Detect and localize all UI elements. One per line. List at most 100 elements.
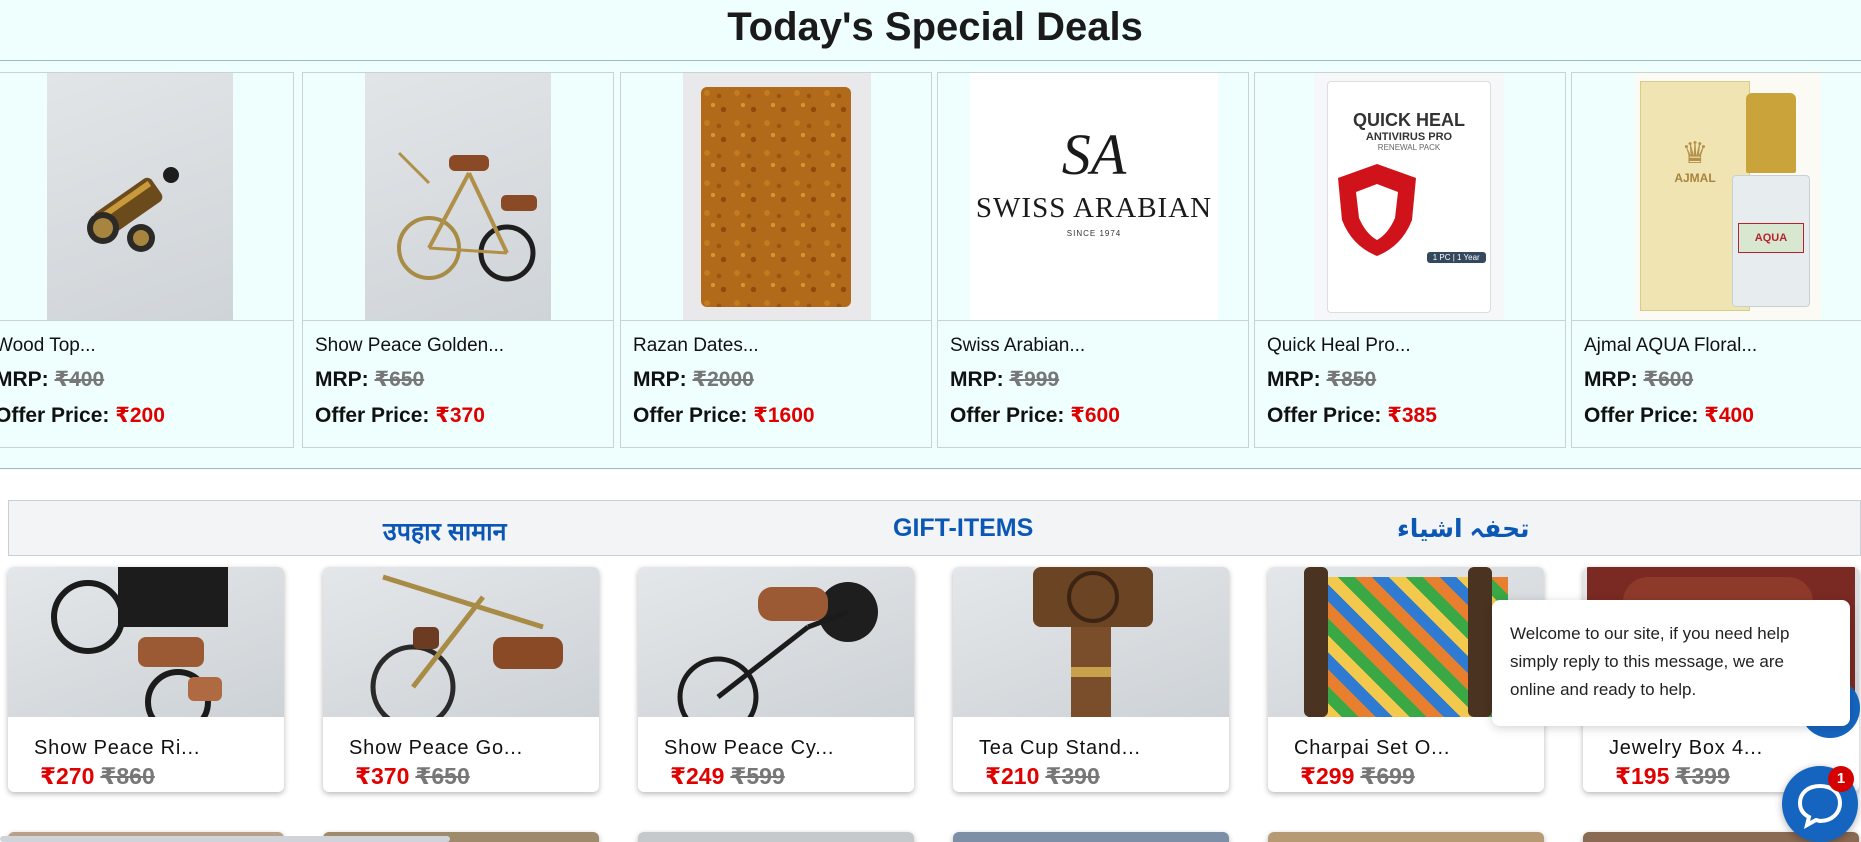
gift-product-card[interactable] [1268, 832, 1544, 842]
current-price: ₹299 [1300, 763, 1355, 789]
product-name[interactable]: Show Peace Cy... [664, 737, 834, 760]
offer-label: Offer Price: [0, 404, 110, 427]
chat-welcome-message[interactable]: Welcome to our site, if you need help si… [1492, 600, 1850, 726]
gift-product-card[interactable]: Show Peace Ri... ₹270 ₹860 [8, 567, 284, 792]
product-name[interactable]: Tea Cup Stand... [979, 737, 1141, 760]
deal-mrp: MRP: ₹850 [1267, 367, 1376, 392]
mrp-label: MRP: [950, 368, 1004, 391]
gift-heading-hindi[interactable]: उपहार सामान [383, 514, 507, 548]
gift-product-card[interactable] [638, 832, 914, 842]
offer-label: Offer Price: [315, 404, 430, 427]
product-image[interactable] [0, 73, 293, 321]
box-tagline: RENEWAL PACK [1377, 143, 1441, 152]
deal-name[interactable]: Wood Top... [0, 335, 96, 357]
perfume-bottle: AQUA [1732, 93, 1810, 311]
deal-name[interactable]: Show Peace Golden... [315, 335, 504, 357]
current-price: ₹249 [670, 763, 725, 789]
deal-card[interactable]: SA SWISS ARABIAN SINCE 1974 Swiss Arabia… [937, 72, 1249, 448]
product-image[interactable] [953, 567, 1229, 717]
product-price: ₹370 ₹650 [355, 763, 470, 790]
deal-offer: Offer Price: ₹1600 [633, 403, 815, 428]
logo-monogram: SA [1061, 122, 1127, 187]
deal-name[interactable]: Razan Dates... [633, 335, 759, 357]
deal-name[interactable]: Quick Heal Pro... [1267, 335, 1411, 357]
product-image[interactable] [8, 567, 284, 717]
original-price: ₹390 [1045, 763, 1100, 789]
product-name[interactable]: Jewelry Box 4... [1609, 737, 1763, 760]
offer-price: ₹400 [1704, 404, 1754, 427]
offer-price: ₹370 [435, 404, 485, 427]
quick-heal-box: QUICK HEAL ANTIVIRUS PRO RENEWAL PACK 1 … [1327, 81, 1491, 313]
deal-card[interactable]: QUICK HEAL ANTIVIRUS PRO RENEWAL PACK 1 … [1254, 72, 1566, 448]
gift-heading-urdu[interactable]: تحفہ اشیاء [1397, 514, 1530, 544]
product-price: ₹299 ₹699 [1300, 763, 1415, 790]
product-name[interactable]: Show Peace Go... [349, 737, 523, 760]
deal-offer: Offer Price: ₹600 [950, 403, 1120, 428]
mrp-value: ₹999 [1009, 368, 1060, 391]
original-price: ₹650 [415, 763, 470, 789]
mrp-value: ₹650 [374, 368, 425, 391]
deal-card[interactable]: Show Peace Golden... MRP: ₹650 Offer Pri… [302, 72, 614, 448]
product-price: ₹210 ₹390 [985, 763, 1100, 790]
deal-offer: Offer Price: ₹370 [315, 403, 485, 428]
box-title: QUICK HEAL [1353, 110, 1465, 130]
page: Today's Special Deals Wood Top... MRP: ₹… [0, 0, 1861, 842]
perfume-label: AQUA [1738, 223, 1804, 253]
product-image[interactable] [638, 567, 914, 717]
mrp-value: ₹600 [1643, 368, 1694, 391]
deal-mrp: MRP: ₹2000 [633, 367, 754, 392]
offer-label: Offer Price: [1584, 404, 1699, 427]
offer-price: ₹200 [115, 404, 165, 427]
gift-product-card[interactable]: Show Peace Cy... ₹249 ₹599 [638, 567, 914, 792]
mrp-value: ₹2000 [692, 368, 754, 391]
deal-card[interactable]: ♛ AJMAL AQUA Ajmal AQUA Floral... MRP: ₹… [1571, 72, 1861, 448]
product-price: ₹249 ₹599 [670, 763, 785, 790]
offer-price: ₹600 [1070, 404, 1120, 427]
mrp-label: MRP: [1584, 368, 1638, 391]
original-price: ₹699 [1360, 763, 1415, 789]
deal-card[interactable]: Wood Top... MRP: ₹400 Offer Price: ₹200 [0, 72, 294, 448]
current-price: ₹270 [40, 763, 95, 789]
product-image[interactable]: ♛ AJMAL AQUA [1572, 73, 1861, 321]
deals-divider [0, 60, 1861, 61]
deal-card[interactable]: Razan Dates... MRP: ₹2000 Offer Price: ₹… [620, 72, 932, 448]
current-price: ₹210 [985, 763, 1040, 789]
box-subtitle: ANTIVIRUS PRO [1365, 131, 1453, 143]
deal-mrp: MRP: ₹600 [1584, 367, 1693, 392]
deal-mrp: MRP: ₹650 [315, 367, 424, 392]
deal-mrp: MRP: ₹999 [950, 367, 1059, 392]
mrp-value: ₹850 [1326, 368, 1377, 391]
mrp-label: MRP: [0, 368, 49, 391]
gift-product-card[interactable] [953, 832, 1229, 842]
deal-offer: Offer Price: ₹400 [1584, 403, 1754, 428]
deal-name[interactable]: Ajmal AQUA Floral... [1584, 335, 1757, 357]
current-price: ₹370 [355, 763, 410, 789]
offer-label: Offer Price: [950, 404, 1065, 427]
product-image[interactable] [621, 73, 931, 321]
gift-heading-english[interactable]: GIFT-ITEMS [893, 514, 1033, 543]
product-image[interactable]: QUICK HEAL ANTIVIRUS PRO RENEWAL PACK 1 … [1255, 73, 1565, 321]
logo-brand: SWISS ARABIAN [975, 192, 1213, 224]
original-price: ₹860 [100, 763, 155, 789]
original-price: ₹399 [1675, 763, 1730, 789]
gift-product-card[interactable]: Show Peace Go... ₹370 ₹650 [323, 567, 599, 792]
deal-offer: Offer Price: ₹200 [0, 403, 165, 428]
product-name[interactable]: Show Peace Ri... [34, 737, 200, 760]
box-tag: 1 PC | 1 Year [1426, 252, 1486, 263]
product-image[interactable]: SA SWISS ARABIAN SINCE 1974 [938, 73, 1248, 321]
mrp-value: ₹400 [54, 368, 105, 391]
deal-mrp: MRP: ₹400 [0, 367, 104, 392]
deals-bottom-divider [0, 468, 1861, 469]
deals-title: Today's Special Deals [727, 5, 1143, 49]
product-name[interactable]: Charpai Set O... [1294, 737, 1450, 760]
current-price: ₹195 [1615, 763, 1670, 789]
gift-product-card[interactable]: Tea Cup Stand... ₹210 ₹390 [953, 567, 1229, 792]
deal-name[interactable]: Swiss Arabian... [950, 335, 1085, 357]
product-image[interactable] [303, 73, 613, 321]
offer-label: Offer Price: [1267, 404, 1382, 427]
mrp-label: MRP: [1267, 368, 1321, 391]
original-price: ₹599 [730, 763, 785, 789]
logo-since: SINCE 1974 [1066, 229, 1122, 238]
product-image[interactable] [323, 567, 599, 717]
horizontal-scrollbar[interactable] [0, 836, 450, 842]
